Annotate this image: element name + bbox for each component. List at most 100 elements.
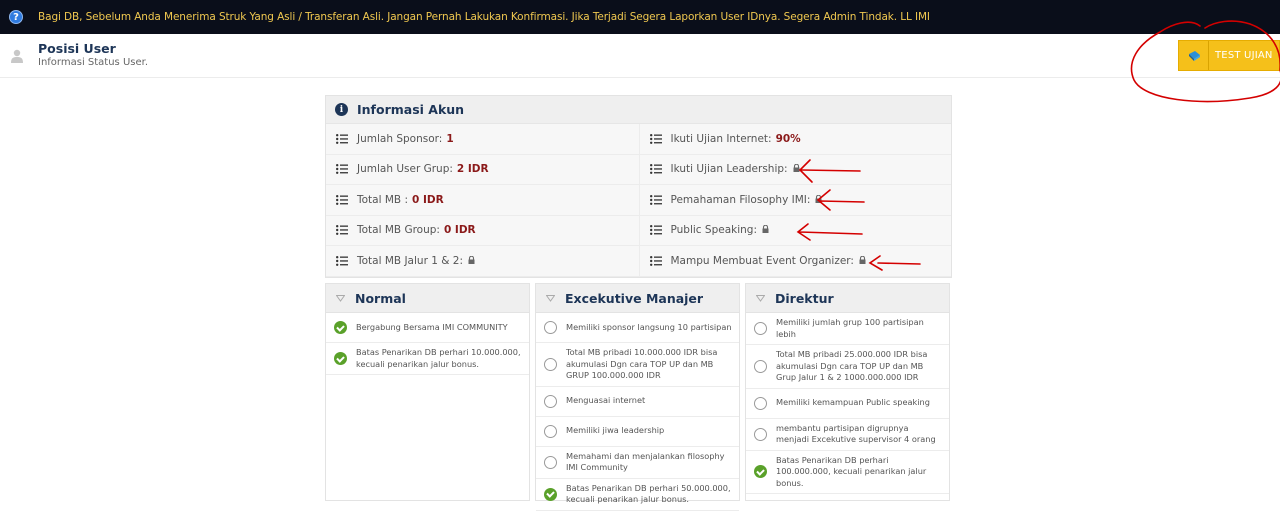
lock-icon — [859, 255, 866, 264]
info-label: Ikuti Ujian Internet: — [670, 132, 772, 145]
requirement-item: Batas Penarikan DB perhari 100.000.000, … — [746, 451, 949, 494]
empty-circle-icon — [544, 321, 557, 334]
info-label: Public Speaking: — [670, 224, 758, 237]
info-value: 1 — [446, 132, 454, 145]
announcement-text: Bagi DB, Sebelum Anda Menerima Struk Yan… — [38, 11, 930, 23]
test-ujian-button[interactable]: TEST UJIAN — [1178, 40, 1280, 71]
empty-circle-icon — [754, 427, 767, 441]
info-circle-icon: i — [335, 103, 348, 116]
requirement-item: Memiliki jiwa leadership — [536, 417, 739, 447]
list-icon — [336, 225, 348, 236]
requirement-item: Total MB pribadi 10.000.000 IDR bisa aku… — [536, 343, 739, 387]
info-row: Public Speaking: — [639, 216, 951, 246]
info-label: Jumlah User Grup: — [357, 163, 453, 176]
list-icon — [336, 194, 348, 205]
chevron-down-icon[interactable] — [756, 294, 765, 302]
info-label: Ikuti Ujian Leadership: — [670, 163, 788, 176]
panel-header: i Informasi Akun — [326, 96, 951, 124]
info-value: 0 IDR — [412, 193, 444, 206]
requirement-item: membantu partisipan digrupnya menjadi Ex… — [746, 419, 949, 451]
requirement-item: Batas Penarikan DB perhari 10.000.000, k… — [326, 343, 529, 375]
list-icon — [649, 225, 662, 236]
info-row: Total MB Jalur 1 & 2: — [326, 246, 639, 277]
requirement-text: membantu partisipan digrupnya menjadi Ex… — [776, 422, 936, 445]
informasi-akun-panel: i Informasi Akun Jumlah Sponsor: 1 Jumlah … — [325, 95, 952, 278]
list-icon — [649, 194, 662, 205]
list-icon — [649, 255, 662, 266]
level-card-direktur: Direktur Memiliki jumlah grup 100 partisi… — [745, 283, 950, 501]
page-title: Posisi User — [38, 41, 116, 56]
check-circle-icon — [334, 321, 347, 334]
info-label: Mampu Membuat Event Organizer: — [670, 254, 854, 267]
info-row: Pemahaman Filosophy IMI: — [639, 185, 951, 216]
info-column-left: Jumlah Sponsor: 1 Jumlah User Grup: 2 IDR To… — [326, 124, 639, 277]
requirement-text: Memiliki jumlah grup 100 partisipan lebi… — [776, 317, 924, 339]
announcement-bar: ? Bagi DB, Sebelum Anda Menerima Struk Y… — [0, 0, 1280, 34]
info-label: Pemahaman Filosophy IMI: — [670, 193, 811, 206]
page-subtitle: Informasi Status User. — [38, 57, 148, 68]
list-icon — [649, 164, 662, 175]
requirement-text: Total MB pribadi 10.000.000 IDR bisa aku… — [566, 347, 718, 380]
test-ujian-label: TEST UJIAN — [1215, 50, 1273, 61]
info-column-right: Ikuti Ujian Internet: 90% Ikuti Ujian Lead… — [638, 124, 951, 277]
requirement-text: Memiliki jiwa leadership — [566, 425, 665, 436]
info-label: Total MB Jalur 1 & 2: — [357, 254, 463, 267]
requirement-text: Menguasai internet — [566, 395, 646, 406]
info-row: Ikuti Ujian Internet: 90% — [639, 124, 951, 155]
list-icon — [336, 133, 348, 144]
requirement-item: Bergabung Bersama IMI COMMUNITY — [326, 313, 529, 343]
info-label: Total MB Group: — [357, 224, 440, 237]
level-cards: Normal Bergabung Bersama IMI COMMUNITY Bat… — [325, 283, 952, 511]
requirement-item: Memahami dan menjalankan filosophy IMI C… — [536, 447, 739, 479]
level-title: Excekutive Manajer — [565, 290, 704, 306]
user-icon — [11, 49, 23, 63]
requirement-item: Memiliki kemampuan Public speaking — [746, 389, 949, 419]
requirement-text: Memahami dan menjalankan filosophy IMI C… — [566, 450, 725, 473]
level-card-header[interactable]: Excekutive Manajer — [536, 284, 739, 313]
info-row: Total MB Group: 0 IDR — [326, 216, 639, 246]
requirement-item: Menguasai internet — [536, 387, 739, 417]
chevron-down-icon[interactable] — [336, 294, 345, 302]
level-card-excekutive-manajer: Excekutive Manajer Memiliki sponsor langs… — [535, 283, 740, 511]
check-circle-icon — [544, 487, 557, 501]
panel-title: Informasi Akun — [357, 102, 465, 117]
level-card-normal: Normal Bergabung Bersama IMI COMMUNITY Bat… — [325, 283, 530, 501]
question-circle-icon[interactable]: ? — [9, 10, 23, 24]
info-value: 2 IDR — [456, 163, 489, 176]
requirement-text: Memiliki kemampuan Public speaking — [776, 397, 930, 408]
empty-circle-icon — [754, 322, 767, 335]
empty-circle-icon — [544, 357, 557, 371]
info-row: Mampu Membuat Event Organizer: — [639, 246, 951, 277]
level-title: Normal — [355, 290, 406, 306]
requirement-text: Batas Penarikan DB perhari 10.000.000, k… — [356, 347, 521, 369]
empty-circle-icon — [754, 359, 767, 373]
info-row: Total MB : 0 IDR — [326, 185, 639, 216]
requirement-text: Batas Penarikan DB perhari 100.000.000, … — [776, 454, 927, 488]
info-row: Ikuti Ujian Leadership: — [639, 155, 951, 185]
lock-icon — [468, 255, 475, 264]
empty-circle-icon — [754, 396, 767, 410]
requirement-item: Memiliki sponsor langsung 10 partisipan — [536, 313, 739, 343]
list-icon — [336, 164, 348, 175]
list-icon — [336, 255, 348, 266]
level-card-header[interactable]: Direktur — [746, 284, 949, 313]
level-card-header[interactable]: Normal — [326, 284, 529, 313]
requirement-text: Memiliki sponsor langsung 10 partisipan — [566, 321, 732, 332]
chevron-down-icon[interactable] — [546, 294, 555, 302]
level-title: Direktur — [775, 290, 834, 306]
requirement-item: Total MB pribadi 25.000.000 IDR bisa aku… — [746, 345, 949, 389]
lock-icon — [815, 194, 822, 203]
info-row: Jumlah Sponsor: 1 — [326, 124, 639, 155]
check-circle-icon — [334, 352, 347, 365]
info-value: 0 IDR — [443, 224, 476, 237]
empty-circle-icon — [544, 394, 557, 408]
empty-circle-icon — [544, 455, 557, 469]
info-value: 90% — [775, 132, 801, 145]
requirement-text: Batas Penarikan DB perhari 50.000.000, k… — [566, 482, 731, 505]
lock-icon — [762, 225, 769, 234]
requirement-item: Batas Penarikan DB perhari 50.000.000, k… — [536, 479, 739, 511]
check-circle-icon — [754, 465, 767, 479]
book-icon — [1179, 41, 1209, 70]
list-icon — [649, 133, 662, 144]
info-label: Total MB : — [357, 193, 408, 206]
